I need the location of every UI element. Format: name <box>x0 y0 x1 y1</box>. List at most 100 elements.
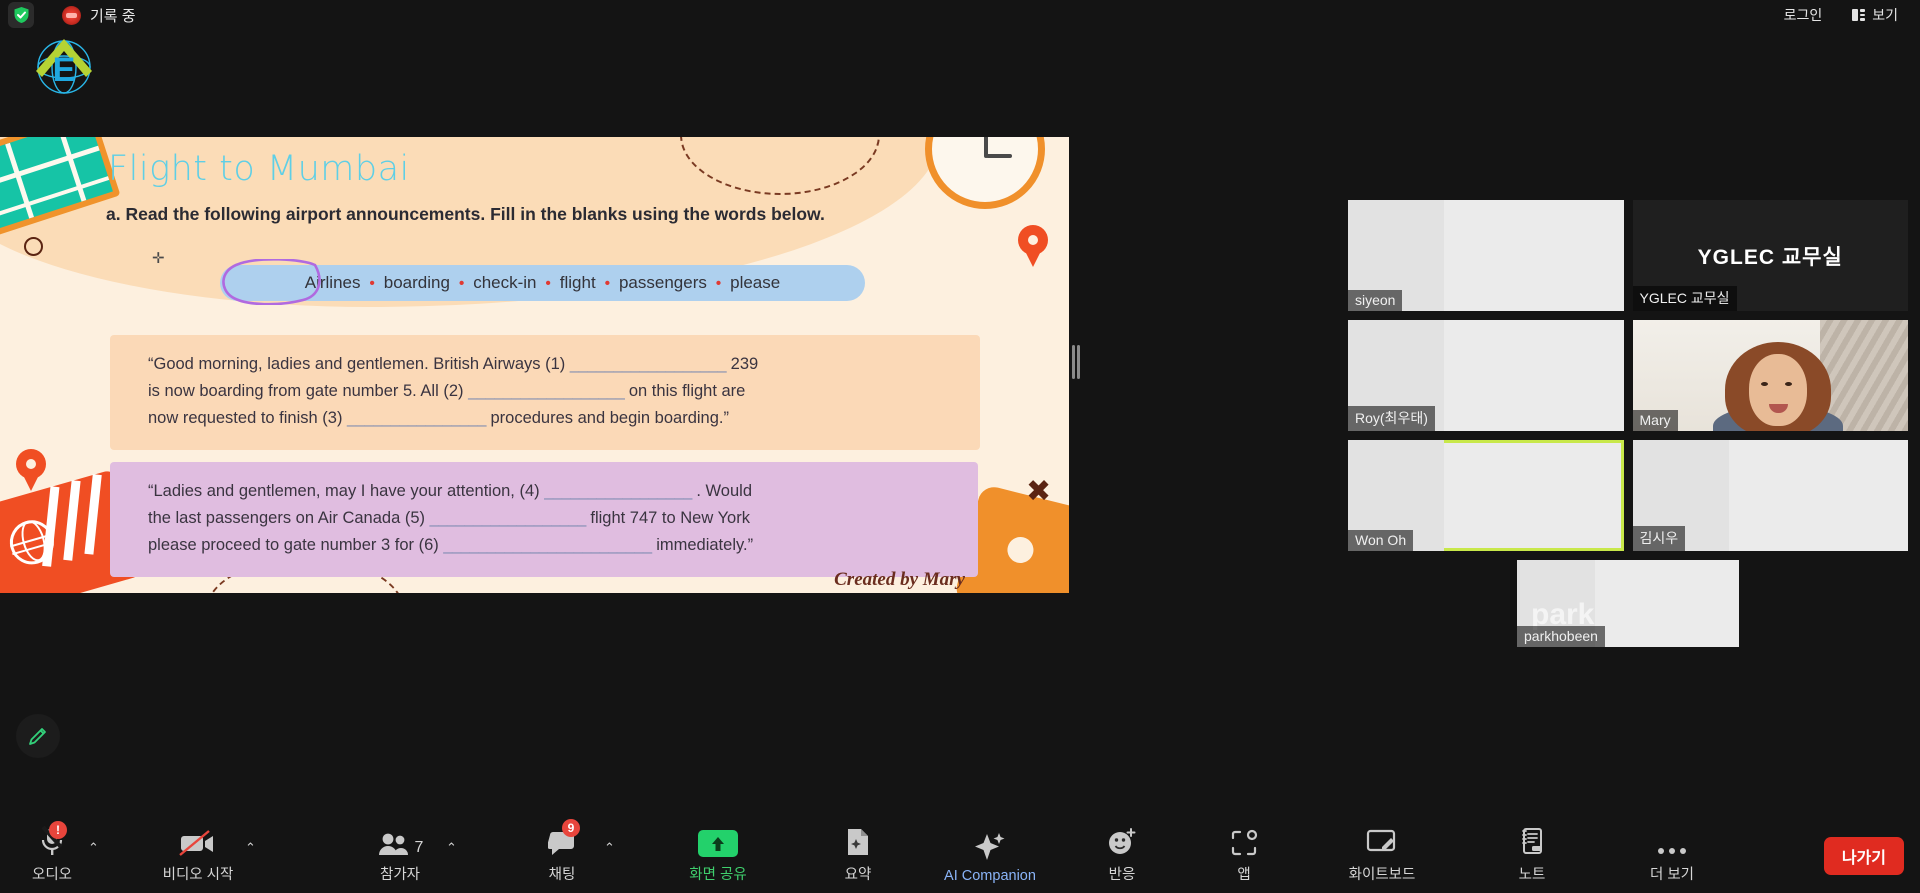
audio-warning-badge: ! <box>49 821 67 839</box>
top-bar: 기록 중 로그인 보기 <box>0 0 1920 30</box>
tile-row: siyeon YGLEC 교무실 YGLEC 교무실 <box>1348 200 1908 311</box>
sparkle-icon <box>973 828 1007 862</box>
leave-meeting-button[interactable]: 나가기 <box>1823 837 1904 875</box>
toolbar-participants-button[interactable]: 7 참가자 <box>345 823 455 884</box>
word-bank-separator: • <box>369 274 375 292</box>
slide-credit: Created by Mary <box>834 569 965 590</box>
announcement-2-line-3: please proceed to gate number 3 for (6) … <box>148 532 948 559</box>
record-dot-icon <box>62 5 81 25</box>
announcement-2-line-3-text: please proceed to gate number 3 for (6) <box>148 536 439 554</box>
toolbar-apps-button[interactable]: 앱 <box>1189 823 1299 884</box>
announcement-2-line-2-tail: flight 747 to New York <box>590 509 750 527</box>
participant-tile-kimsiwoo[interactable]: 김시우 <box>1632 440 1908 551</box>
organization-logo: E <box>26 25 102 101</box>
announcement-2-line-2: the last passengers on Air Canada (5) __… <box>148 505 948 532</box>
participant-center-name: YGLEC 교무실 <box>1697 245 1843 269</box>
participant-name: siyeon <box>1348 290 1403 311</box>
toolbar-ai-companion-button[interactable]: AI Companion <box>935 828 1045 884</box>
participant-tiles: siyeon YGLEC 교무실 YGLEC 교무실 Roy(최우태) Mary… <box>1348 200 1908 647</box>
toolbar-notes-button[interactable]: 노트 <box>1477 823 1587 884</box>
recording-label: 기록 중 <box>90 7 136 25</box>
toolbar-video-button[interactable]: 비디오 시작 <box>143 823 253 884</box>
notes-icon <box>1519 823 1545 857</box>
word-bank-item: please <box>730 273 781 292</box>
map-pin-left-icon <box>16 449 46 493</box>
audio-options-caret[interactable]: ⌃ <box>88 840 99 856</box>
blank-1: __________________ <box>569 355 727 373</box>
participant-name: Mary <box>1632 410 1678 431</box>
slide-instruction: a. Read the following airport announceme… <box>106 204 825 224</box>
announcement-1-line-1-text: “Good morning, ladies and gentlemen. Bri… <box>148 355 566 373</box>
participant-tile-mary[interactable]: Mary <box>1632 320 1908 431</box>
toolbar-ai-companion-label: AI Companion <box>944 868 1036 884</box>
participant-name: Won Oh <box>1348 530 1414 551</box>
video-options-caret[interactable]: ⌃ <box>245 840 256 856</box>
word-bank-separator: • <box>545 274 551 292</box>
participant-name: 김시우 <box>1632 526 1686 551</box>
shared-screen-slide: Flight to Mumbai a. Read the following a… <box>0 137 1069 593</box>
announcement-1-line-3-text: now requested to finish (3) <box>148 409 343 427</box>
announcement-1-line-2: is now boarding from gate number 5. All … <box>148 378 950 405</box>
participant-name: YGLEC 교무실 <box>1632 286 1737 311</box>
top-bar-right: 로그인 보기 <box>1772 0 1910 30</box>
announcement-2-line-1: “Ladies and gentlemen, may I have your a… <box>148 478 948 505</box>
participants-options-caret[interactable]: ⌃ <box>446 840 457 856</box>
ellipsis-icon <box>1657 823 1687 857</box>
announcement-box-1: “Good morning, ladies and gentlemen. Bri… <box>110 335 980 450</box>
participant-tile-won-oh[interactable]: Won Oh <box>1348 440 1624 551</box>
recording-indicator[interactable]: 기록 중 <box>62 5 136 26</box>
chat-options-caret[interactable]: ⌃ <box>604 840 615 856</box>
map-pin-right-icon <box>1018 225 1048 269</box>
toolbar-share-screen-button[interactable]: 화면 공유 <box>663 823 773 884</box>
announcement-1-line-2-text: is now boarding from gate number 5. All … <box>148 382 464 400</box>
annotate-pen-button[interactable] <box>16 714 60 758</box>
toolbar-apps-label: 앱 <box>1237 867 1251 883</box>
announcement-1-line-1-tail: 239 <box>730 355 759 373</box>
video-off-icon <box>179 823 217 857</box>
toolbar-share-screen-label: 화면 공유 <box>689 867 747 883</box>
tile-row: park parkhobeen <box>1348 560 1908 647</box>
toolbar-notes-label: 노트 <box>1518 867 1546 883</box>
toolbar-participants-label: 참가자 <box>379 867 421 883</box>
toolbar-reactions-label: 반응 <box>1108 867 1136 883</box>
apps-icon <box>1230 823 1258 857</box>
toolbar-audio-label: 오디오 <box>31 867 73 883</box>
pointer-cursor-icon: ✛ <box>152 250 165 267</box>
word-bank-separator: • <box>604 274 610 292</box>
pen-icon <box>29 728 46 745</box>
announcement-1-line-3: now requested to finish (3) ____________… <box>148 405 950 432</box>
x-decoration-icon: ✖ <box>1026 474 1052 509</box>
toolbar-whiteboard-button[interactable]: 화이트보드 <box>1327 823 1437 884</box>
participant-tile-roy[interactable]: Roy(최우태) <box>1348 320 1624 431</box>
split-drag-handle[interactable] <box>1072 345 1081 379</box>
svg-text:E: E <box>53 51 76 89</box>
toolbar-more-button[interactable]: 더 보기 <box>1617 823 1727 884</box>
view-button[interactable]: 보기 <box>1840 1 1910 29</box>
toolbar-summary-button[interactable]: 요약 <box>803 823 913 884</box>
announcement-1-line-3-tail: procedures and begin boarding.” <box>490 409 729 427</box>
toolbar-summary-label: 요약 <box>844 867 872 883</box>
tile-row: Won Oh 김시우 <box>1348 440 1908 551</box>
blank-6: ________________________ <box>443 536 652 554</box>
participant-name: Roy(최우태) <box>1348 406 1435 431</box>
view-label: 보기 <box>1872 7 1898 23</box>
toolbar-chat-button[interactable]: 9 채팅 <box>507 819 617 884</box>
toolbar-reactions-button[interactable]: 반응 <box>1067 823 1177 884</box>
blank-5: __________________ <box>429 509 587 527</box>
word-bank-separator: • <box>715 274 722 292</box>
microphone-muted-icon: ! <box>39 821 67 857</box>
ring-decoration-icon <box>24 237 43 256</box>
participant-tile-parkhobeen[interactable]: park parkhobeen <box>1517 560 1739 647</box>
participant-tile-yglec[interactable]: YGLEC 교무실 YGLEC 교무실 <box>1632 200 1908 311</box>
blank-2: __________________ <box>468 382 625 400</box>
tile-person-face <box>1748 354 1807 426</box>
announcement-2-line-1-tail: . Would <box>696 482 752 500</box>
participant-tile-siyeon[interactable]: siyeon <box>1348 200 1624 311</box>
login-button[interactable]: 로그인 <box>1772 1 1835 29</box>
slide-title: Flight to Mumbai <box>108 149 410 189</box>
toolbar-whiteboard-label: 화이트보드 <box>1348 867 1416 883</box>
word-bank-item: passengers <box>618 273 707 292</box>
zoom-meeting-window: 기록 중 로그인 보기 E Flight to Mumbai a. Read t… <box>0 0 1920 893</box>
tile-row: Roy(최우태) Mary <box>1348 320 1908 431</box>
word-bank-separator: • <box>458 274 465 292</box>
